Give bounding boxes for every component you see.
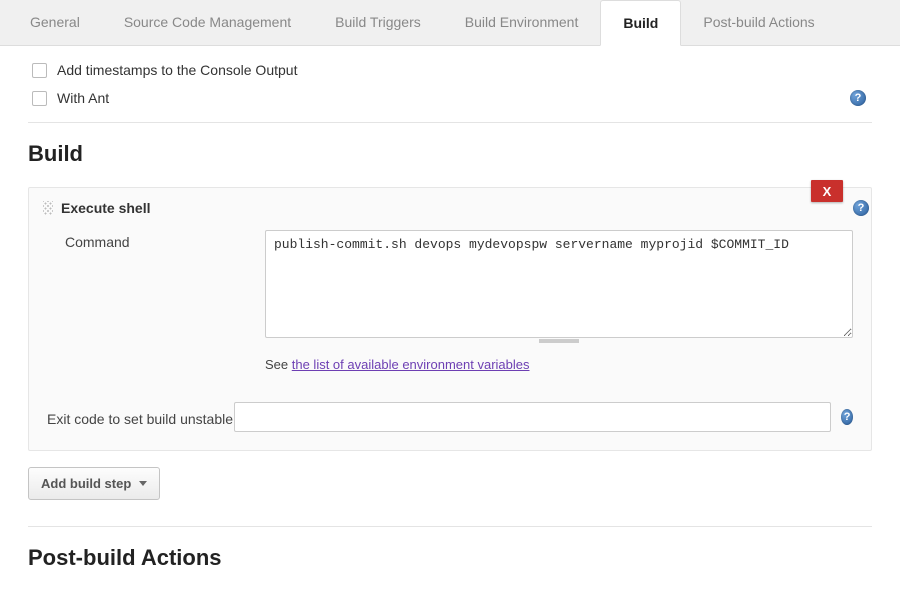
checkbox-withant-label: With Ant [57, 90, 109, 106]
command-textarea[interactable] [265, 230, 853, 338]
exit-code-input[interactable] [234, 402, 831, 432]
drag-handle-icon[interactable] [43, 201, 53, 215]
help-icon[interactable]: ? [850, 90, 866, 106]
env-vars-link[interactable]: the list of available environment variab… [292, 357, 530, 372]
checkbox-timestamps-label: Add timestamps to the Console Output [57, 62, 297, 78]
build-step-execute-shell: X ? Execute shell Command See the list o… [28, 187, 872, 451]
env-vars-hint: See the list of available environment va… [265, 343, 853, 390]
checkbox-row-withant: With Ant ? [28, 84, 872, 112]
help-icon[interactable]: ? [841, 409, 853, 425]
section-divider [28, 526, 872, 527]
tab-triggers[interactable]: Build Triggers [313, 0, 443, 45]
postbuild-heading: Post-build Actions [28, 545, 872, 571]
hint-prefix: See [265, 357, 292, 372]
checkbox-timestamps[interactable] [32, 63, 47, 78]
add-build-step-label: Add build step [41, 476, 131, 491]
tab-post[interactable]: Post-build Actions [681, 0, 836, 45]
config-content: Add timestamps to the Console Output Wit… [0, 46, 900, 611]
tab-general[interactable]: General [8, 0, 102, 45]
checkbox-row-timestamps: Add timestamps to the Console Output [28, 56, 872, 84]
tab-build[interactable]: Build [600, 0, 681, 46]
step-title: Execute shell [61, 200, 151, 216]
checkbox-withant[interactable] [32, 91, 47, 106]
config-tabs: General Source Code Management Build Tri… [0, 0, 900, 46]
command-label: Command [65, 230, 265, 250]
step-header: Execute shell [29, 188, 871, 226]
add-build-step-button[interactable]: Add build step [28, 467, 160, 500]
section-divider [28, 122, 872, 123]
exit-code-label: Exit code to set build unstable [47, 407, 234, 427]
command-row: Command See the list of available enviro… [29, 226, 871, 392]
build-heading: Build [28, 141, 872, 167]
tab-env[interactable]: Build Environment [443, 0, 601, 45]
tab-scm[interactable]: Source Code Management [102, 0, 313, 45]
chevron-down-icon [139, 481, 147, 486]
exit-code-row: Exit code to set build unstable ? [29, 392, 871, 432]
